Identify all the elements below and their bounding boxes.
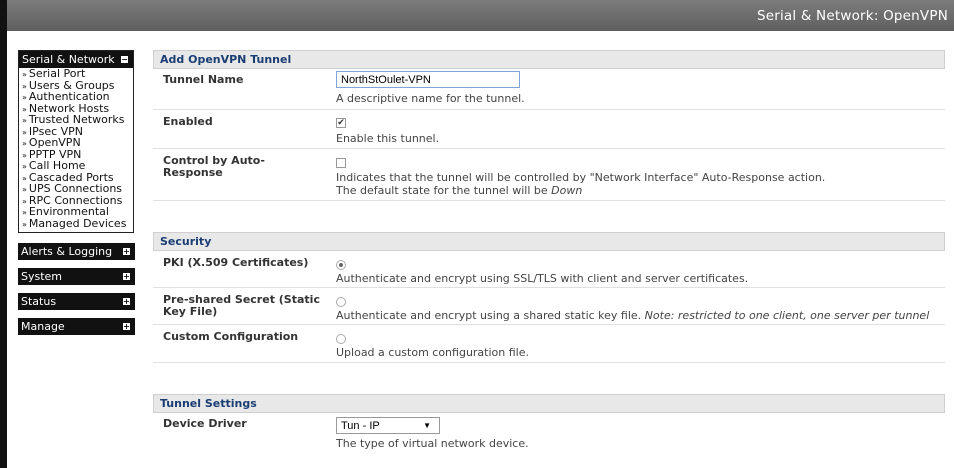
device-driver-selected-value: Tun - IP [341, 420, 380, 432]
custom-config-help: Upload a custom configuration file. [336, 346, 529, 359]
enabled-checkbox[interactable]: ✔ [336, 118, 346, 128]
row-psk: Pre-shared Secret (Static Key File) Auth… [153, 288, 945, 325]
sidebar-group-title: Status [21, 295, 57, 308]
psk-help-text: Authenticate and encrypt using a shared … [336, 309, 645, 322]
arrow-icon: » [22, 139, 27, 148]
device-driver-select[interactable]: Tun - IP ▼ [336, 417, 440, 434]
sidebar-group-status: Status + [18, 293, 135, 310]
auto-response-label: Control by Auto-Response [163, 154, 265, 179]
expand-icon[interactable]: + [123, 273, 130, 281]
sidebar-item-managed-devices[interactable]: » Managed Devices [22, 216, 133, 231]
sidebar-group-alerts-logging: Alerts & Logging + [18, 243, 135, 260]
arrow-icon: » [22, 70, 27, 79]
arrow-icon: » [22, 208, 27, 217]
arrow-icon: » [22, 219, 27, 229]
expand-icon[interactable]: + [123, 248, 130, 256]
sidebar: Serial & Network − » Serial Port» Users & … [18, 50, 135, 335]
row-enabled: Enabled ✔ Enable this tunnel. [153, 110, 945, 149]
sidebar-item-label: Managed Devices [28, 216, 127, 230]
expand-icon[interactable]: + [123, 298, 130, 306]
psk-help-note: Note: restricted to one client, one serv… [644, 309, 930, 322]
psk-radio[interactable] [336, 297, 346, 307]
sidebar-group-title: System [21, 270, 63, 283]
custom-config-label: Custom Configuration [163, 330, 299, 343]
expand-icon[interactable]: + [123, 323, 130, 331]
check-icon: ✔ [337, 118, 345, 128]
main-content: Add OpenVPN Tunnel Tunnel Name NorthStOu… [153, 50, 945, 453]
tunnel-name-help: A descriptive name for the tunnel. [336, 92, 525, 105]
device-driver-help: The type of virtual network device. [336, 437, 529, 450]
section-title-tunnel-settings: Tunnel Settings [153, 394, 945, 413]
arrow-icon: » [22, 93, 27, 102]
left-edge-bar [0, 0, 7, 468]
sidebar-group-manage: Manage + [18, 318, 135, 335]
sidebar-group-system: System + [18, 268, 135, 285]
page-title: Serial & Network: OpenVPN [756, 8, 948, 24]
custom-config-radio[interactable] [336, 334, 346, 344]
row-tunnel-name: Tunnel Name NorthStOulet-VPN A descripti… [153, 69, 945, 110]
sidebar-group-serial-network: Serial & Network − » Serial Port» Users & … [18, 50, 134, 233]
arrow-icon: » [22, 150, 27, 160]
auto-response-help-line1: Indicates that the tunnel will be contro… [336, 171, 826, 184]
tunnel-name-input[interactable]: NorthStOulet-VPN [336, 71, 520, 88]
auto-response-checkbox[interactable] [336, 158, 346, 168]
auto-response-default-state: Down [551, 184, 583, 197]
sidebar-item-list: » Serial Port» Users & Groups» Authenticati… [19, 68, 133, 232]
pki-help: Authenticate and encrypt using SSL/TLS w… [336, 272, 749, 285]
section-title-security: Security [153, 232, 945, 251]
auto-response-help: Indicates that the tunnel will be contro… [336, 171, 825, 197]
auto-response-default-text: The default state for the tunnel will be [336, 184, 552, 197]
device-driver-label: Device Driver [163, 417, 247, 430]
sidebar-group-header-status[interactable]: Status + [18, 293, 135, 310]
page-header: Serial & Network: OpenVPN [7, 0, 954, 31]
sidebar-group-title: Alerts & Logging [21, 245, 113, 258]
row-custom-config: Custom Configuration Upload a custom con… [153, 325, 945, 363]
row-auto-response: Control by Auto-Response Indicates that … [153, 149, 945, 201]
arrow-icon: » [22, 162, 27, 171]
auto-response-help-line2: The default state for the tunnel will be… [336, 184, 825, 197]
psk-help: Authenticate and encrypt using a shared … [336, 309, 929, 322]
sidebar-group-header-system[interactable]: System + [18, 268, 135, 285]
arrow-icon: » [22, 127, 27, 137]
sidebar-group-header-alerts-logging[interactable]: Alerts & Logging + [18, 243, 135, 260]
pki-radio[interactable] [336, 260, 346, 270]
pki-label: PKI (X.509 Certificates) [163, 256, 309, 269]
section-title-add-tunnel: Add OpenVPN Tunnel [153, 50, 945, 69]
sidebar-group-header-serial-network[interactable]: Serial & Network − [19, 51, 133, 68]
arrow-icon: » [22, 104, 27, 114]
collapse-icon[interactable]: − [121, 56, 128, 64]
row-device-driver: Device Driver Tun - IP ▼ The type of vir… [153, 413, 945, 453]
arrow-icon: » [22, 185, 27, 194]
enabled-label: Enabled [163, 115, 213, 128]
chevron-down-icon: ▼ [423, 421, 431, 430]
arrow-icon: » [22, 196, 27, 206]
psk-label: Pre-shared Secret (Static Key File) [163, 293, 320, 318]
row-pki: PKI (X.509 Certificates) Authenticate an… [153, 251, 945, 288]
sidebar-group-title: Serial & Network [22, 53, 115, 66]
arrow-icon: » [22, 81, 27, 91]
enabled-help: Enable this tunnel. [336, 132, 440, 145]
arrow-icon: » [22, 173, 27, 183]
arrow-icon: » [22, 116, 27, 125]
tunnel-name-label: Tunnel Name [163, 73, 244, 86]
sidebar-group-title: Manage [21, 320, 65, 333]
sidebar-group-header-manage[interactable]: Manage + [18, 318, 135, 335]
